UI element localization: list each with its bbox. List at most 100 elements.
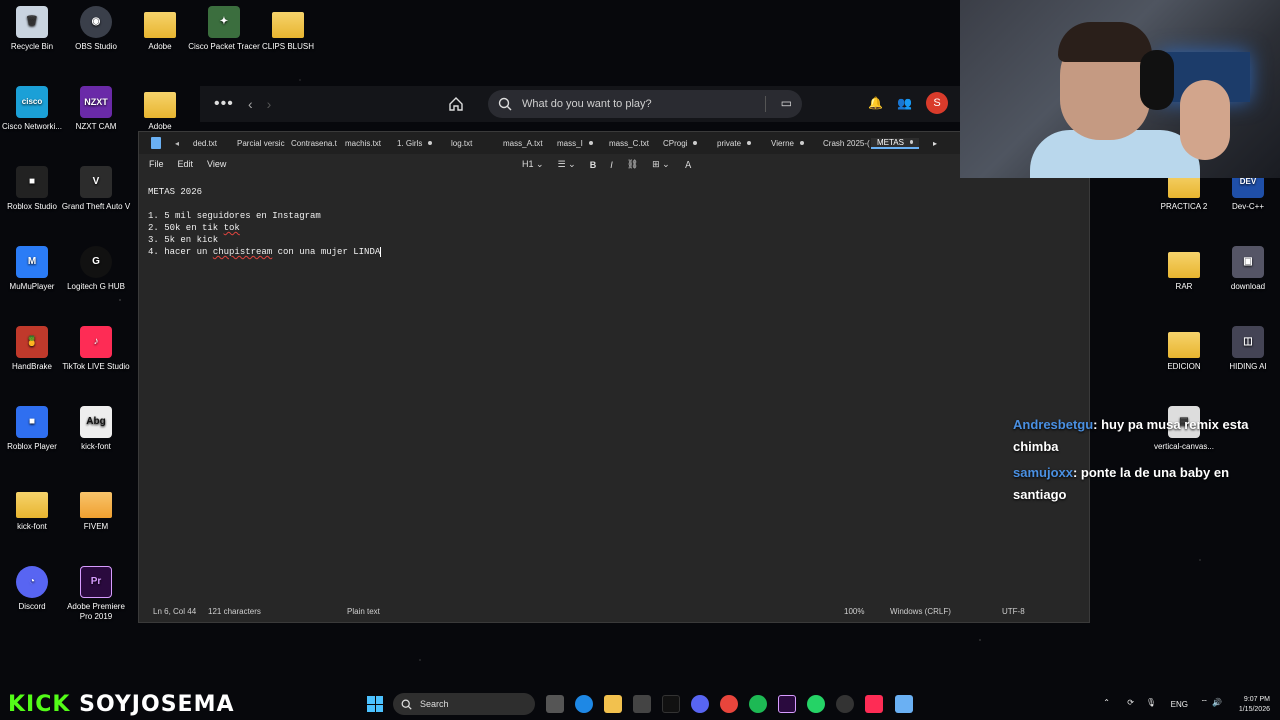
desktop-icon-roblox-player[interactable]: ■ Roblox Player <box>0 406 68 452</box>
desktop-icon-adobe-premiere[interactable]: Pr Adobe Premiere Pro 2019 <box>60 566 132 622</box>
desktop-icon-clips-blush[interactable]: CLIPS BLUSH <box>252 6 324 52</box>
back-button[interactable]: ‹ <box>248 96 253 112</box>
forward-button[interactable]: › <box>267 96 272 112</box>
spotify-icon[interactable] <box>749 695 767 713</box>
clock[interactable]: 9:07 PM 1/15/2026 <box>1239 695 1270 715</box>
desktop-icon-adobe[interactable]: Adobe <box>124 6 196 52</box>
tab-vierne[interactable]: Vierne <box>765 139 817 148</box>
editor-line: METAS 2026 <box>148 187 203 197</box>
desktop-icon-cisco-packet-tracer[interactable]: ✦ Cisco Packet Tracer <box>188 6 260 52</box>
menu-edit[interactable]: Edit <box>178 159 194 169</box>
desktop-icon-edicion[interactable]: EDICION <box>1148 326 1220 372</box>
desktop-icon-handbrake[interactable]: 🍍 HandBrake <box>0 326 68 372</box>
search-icon <box>401 699 412 710</box>
tab-machis[interactable]: machis.txt <box>339 139 391 148</box>
menu-view[interactable]: View <box>207 159 226 169</box>
chrome-icon[interactable] <box>720 695 738 713</box>
tiktok-live-icon[interactable] <box>865 695 883 713</box>
wifi-icon[interactable]: ⌔ <box>1200 698 1208 708</box>
desktop-icon-gta-v[interactable]: V Grand Theft Auto V <box>60 166 132 212</box>
link-icon[interactable]: ⛓ <box>627 159 638 170</box>
chevron-up-icon[interactable]: ⌃ <box>1103 698 1110 707</box>
desktop-icon-tiktok-live-studio[interactable]: ♪ TikTok LIVE Studio <box>60 326 132 372</box>
bell-icon[interactable]: 🔔 <box>868 96 883 110</box>
desktop-icon-adobe-2[interactable]: Adobe <box>124 86 196 132</box>
desktop-icon-hiding-ai[interactable]: ◫ HIDING AI <box>1212 326 1280 372</box>
whatsapp-icon[interactable] <box>807 695 825 713</box>
avatar[interactable]: S <box>926 92 948 114</box>
desktop-icon-logitech-g-hub[interactable]: G Logitech G HUB <box>60 246 132 292</box>
scroll-tabs-right-button[interactable]: ▸ <box>933 139 937 148</box>
tab-parcial[interactable]: Parcial versic <box>231 139 285 148</box>
tab-contrasena[interactable]: Contrasena.t <box>285 139 339 148</box>
language-indicator[interactable]: ENG <box>1171 700 1188 709</box>
zoom-level[interactable]: 100% <box>844 607 864 616</box>
desktop-icon-mumuplayer[interactable]: M MuMuPlayer <box>0 246 68 292</box>
text-editor[interactable]: METAS 2026 1. 5 mil seguidores en Instag… <box>148 186 382 258</box>
unsaved-dot <box>588 141 593 145</box>
game-search-input[interactable]: What do you want to play? ▭ <box>488 90 802 118</box>
friends-icon[interactable]: 👥 <box>897 96 912 110</box>
editor-line: 4. hacer un chupistream con una mujer LI… <box>148 247 382 257</box>
desktop-icon-nzxt-cam[interactable]: NZXT NZXT CAM <box>60 86 132 132</box>
tab-cprog[interactable]: CProgi <box>657 139 711 148</box>
obs-icon[interactable] <box>836 695 854 713</box>
desktop-icon-download[interactable]: ▣ download <box>1212 246 1280 292</box>
encoding[interactable]: UTF-8 <box>1002 607 1025 616</box>
italic-button[interactable]: I <box>610 160 613 170</box>
text-mode[interactable]: Plain text <box>347 607 380 616</box>
tab-strip: ◂ ded.txt Parcial versic Contrasena.t ma… <box>139 132 1089 154</box>
clear-format-icon[interactable]: Ａ <box>684 158 693 171</box>
sync-icon[interactable]: ⟳ <box>1127 698 1134 707</box>
tab-mass-i[interactable]: mass_I <box>551 139 603 148</box>
tiktok-icon[interactable] <box>662 695 680 713</box>
unsaved-dot <box>800 141 804 145</box>
volume-icon[interactable]: 🔊 <box>1212 698 1222 707</box>
start-button[interactable] <box>367 696 383 712</box>
list-dropdown[interactable]: ☰ ⌄ <box>558 159 576 170</box>
chat-message: samujoxx: ponte la de una baby en santia… <box>1013 465 1230 502</box>
desktop-icon-rar[interactable]: RAR <box>1148 246 1220 292</box>
desktop-icon-kick-font-file[interactable]: Abg kick-font <box>60 406 132 452</box>
home-button[interactable] <box>443 91 469 117</box>
status-bar: Ln 6, Col 44 121 characters Plain text 1… <box>139 600 1089 622</box>
tab-crash[interactable]: Crash 2025-( <box>817 139 871 148</box>
table-dropdown[interactable]: ⊞ ⌄ <box>652 159 670 170</box>
desktop-icon-roblox-studio[interactable]: ■ Roblox Studio <box>0 166 68 212</box>
task-view-icon[interactable] <box>546 695 564 713</box>
nzxt-icon: NZXT <box>80 86 112 118</box>
store-icon[interactable] <box>633 695 651 713</box>
obs-icon: ◉ <box>80 6 112 38</box>
notepad-icon[interactable] <box>895 695 913 713</box>
desktop-icon-discord[interactable]: ◔ Discord <box>0 566 68 612</box>
gta-icon: V <box>80 166 112 198</box>
menu-file[interactable]: File <box>149 159 164 169</box>
desktop-icon-obs-studio[interactable]: ◉ OBS Studio <box>60 6 132 52</box>
desktop-icon-cisco-networking[interactable]: cisco Cisco Networki... <box>0 86 68 132</box>
line-ending[interactable]: Windows (CRLF) <box>890 607 951 616</box>
tab-mass-a[interactable]: mass_A.txt <box>497 139 551 148</box>
desktop-icon-fivem[interactable]: FIVEM <box>60 486 132 532</box>
desktop-icon-recycle-bin[interactable]: 🗑 Recycle Bin <box>0 6 68 52</box>
mic-icon[interactable]: 🎙 <box>1146 698 1156 707</box>
tab-girls[interactable]: 1. Girls <box>391 139 445 148</box>
tab-metas[interactable]: METAS <box>871 137 920 149</box>
folder-icon <box>1168 332 1200 358</box>
scroll-tabs-left-button[interactable]: ◂ <box>175 139 179 148</box>
edge-icon[interactable] <box>575 695 593 713</box>
desktop-icon-kick-font-folder[interactable]: kick-font <box>0 486 68 532</box>
folder-icon <box>1168 252 1200 278</box>
discord-icon[interactable] <box>691 695 709 713</box>
heading-dropdown[interactable]: H1 ⌄ <box>522 159 544 170</box>
more-options-button[interactable]: ••• <box>214 95 234 113</box>
tab-mass-c[interactable]: mass_C.txt <box>603 139 657 148</box>
store-icon[interactable]: ▭ <box>781 96 792 110</box>
tab-private[interactable]: private <box>711 139 765 148</box>
tab-log[interactable]: log.txt <box>445 139 497 148</box>
taskbar-search[interactable]: Search <box>393 693 535 715</box>
tab-ded-txt[interactable]: ded.txt <box>187 139 231 148</box>
premiere-icon[interactable] <box>778 695 796 713</box>
chat-overlay: Andresbetgu: huy pa musa remix esta chim… <box>1013 414 1273 510</box>
file-explorer-icon[interactable] <box>604 695 622 713</box>
bold-button[interactable]: B <box>590 160 597 170</box>
